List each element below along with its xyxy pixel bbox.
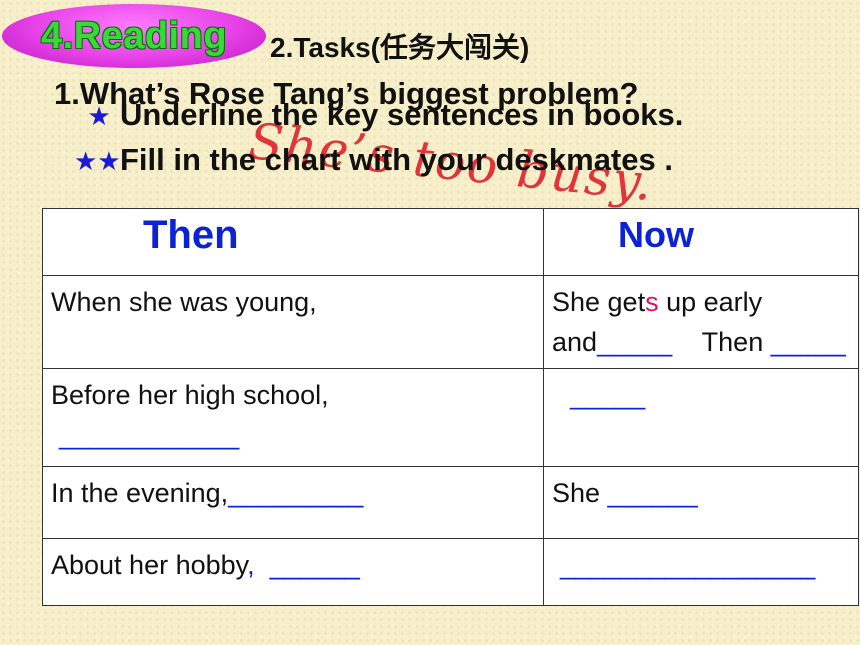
fill-blank: _________: [228, 478, 364, 508]
then-text: Before her high school,: [51, 380, 329, 410]
double-star-icon: ★★: [74, 146, 121, 176]
star-icon: ★: [87, 101, 111, 131]
instruction-text: Underline the key sentences in books.: [120, 97, 684, 132]
fill-blank: ____________: [59, 420, 240, 450]
tasks-title: 2.Tasks(任务大闯关): [270, 32, 530, 63]
then-text: In the evening,: [51, 478, 229, 508]
now-cell: _____: [543, 368, 859, 467]
then-text: When she was young,: [51, 287, 317, 317]
table-row: About her hobby, ______ ________________…: [42, 538, 859, 606]
then-cell: Before her high school, ____________: [42, 368, 544, 467]
now-text: She get: [552, 287, 646, 317]
fill-blank: _________________: [560, 550, 816, 580]
then-cell: When she was young,: [42, 275, 544, 369]
now-text: Then: [672, 327, 771, 357]
instruction-text: Fill in the chart with your deskmates .: [120, 142, 673, 177]
header-cell-now: Now: [543, 208, 859, 276]
table-row: Before her high school, ____________ ___…: [42, 368, 859, 467]
fill-blank: _____: [570, 380, 646, 410]
now-cell: She ______: [543, 466, 859, 539]
then-now-chart: Then Now When she was young, She gets up…: [42, 208, 859, 606]
then-cell: In the evening,_________: [42, 466, 544, 539]
table-row: In the evening,_________ She ______: [42, 466, 859, 539]
table-header-row: Then Now: [42, 208, 859, 276]
now-cell: She gets up early and_____ Then _____: [543, 275, 859, 369]
now-text: She: [552, 478, 608, 508]
fill-blank: _____: [597, 327, 673, 357]
header-now: Now: [618, 214, 694, 255]
fill-blank: _____: [770, 327, 846, 357]
then-text: About her hobby: [51, 550, 248, 580]
now-cell: _________________: [543, 538, 859, 606]
header-then: Then: [143, 213, 239, 257]
section-badge: 4.Reading: [2, 4, 266, 68]
table-row: When she was young, She gets up early an…: [42, 275, 859, 369]
section-badge-label: 4.Reading: [40, 14, 228, 57]
now-highlight: s: [645, 287, 659, 317]
then-comma: ,: [247, 550, 255, 580]
fill-blank: ______: [269, 550, 360, 580]
fill-blank: ______: [607, 478, 698, 508]
then-cell: About her hobby, ______: [42, 538, 544, 606]
header-cell-then: Then: [42, 208, 544, 276]
instruction-fill-chart: ★★Fill in the chart with your deskmates …: [74, 142, 673, 178]
instruction-underline: ★ Underline the key sentences in books.: [78, 97, 683, 133]
